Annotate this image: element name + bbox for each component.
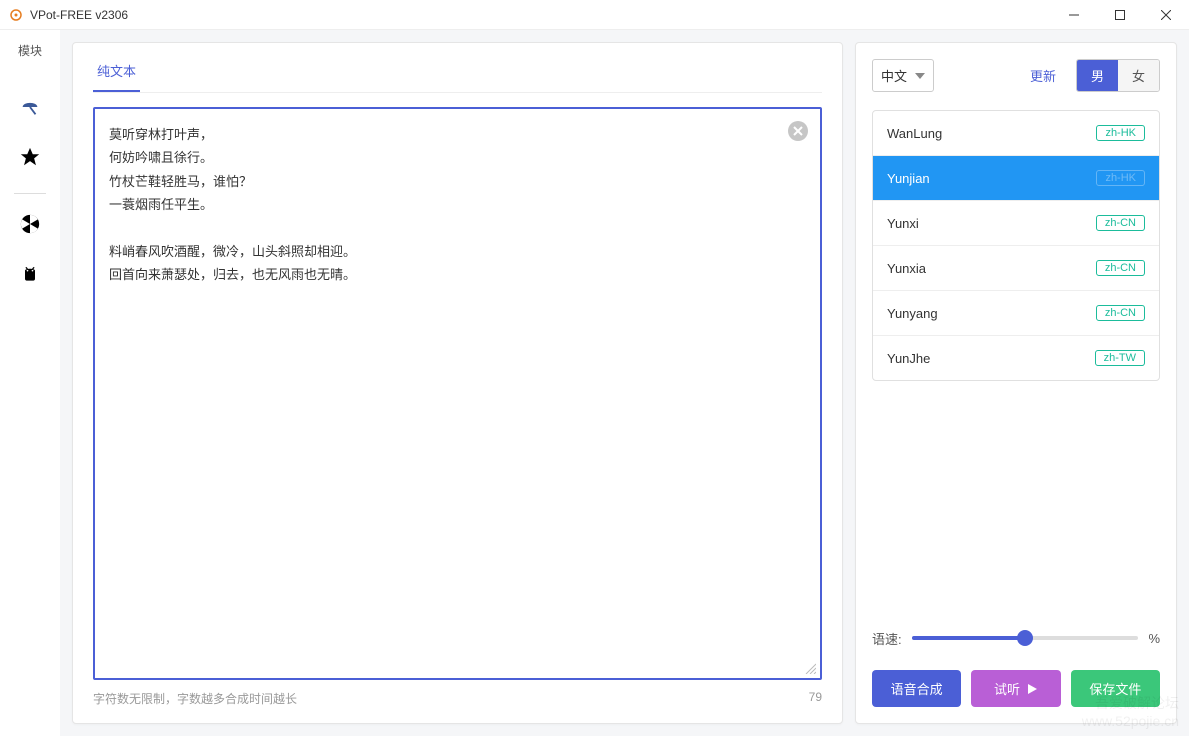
- voice-name: Yunxia: [887, 261, 926, 276]
- voice-name: WanLung: [887, 126, 942, 141]
- voice-item-yunjhe[interactable]: YunJhe zh-TW: [873, 336, 1159, 380]
- voice-item-yunjian[interactable]: Yunjian zh-HK: [873, 156, 1159, 201]
- voice-tag: zh-HK: [1096, 170, 1145, 186]
- gender-male-button[interactable]: 男: [1077, 60, 1118, 91]
- voice-item-yunxia[interactable]: Yunxia zh-CN: [873, 246, 1159, 291]
- voice-item-yunxi[interactable]: Yunxi zh-CN: [873, 201, 1159, 246]
- preview-button[interactable]: 试听: [971, 670, 1060, 707]
- window-title: VPot-FREE v2306: [30, 8, 1051, 22]
- voice-name: Yunxi: [887, 216, 919, 231]
- voice-item-yunyang[interactable]: Yunyang zh-CN: [873, 291, 1159, 336]
- play-icon: [1026, 683, 1038, 695]
- text-input[interactable]: [93, 107, 822, 680]
- voice-tag: zh-CN: [1096, 305, 1145, 321]
- sidebar: 模块: [0, 30, 60, 736]
- char-count: 79: [809, 690, 822, 707]
- voice-name: Yunyang: [887, 306, 938, 321]
- sidebar-item-android[interactable]: [10, 254, 50, 294]
- app-icon: [8, 7, 24, 23]
- voice-name: YunJhe: [887, 351, 930, 366]
- speed-label: 语速:: [872, 629, 902, 648]
- text-panel: 纯文本 字符数无限制，字数越多合成时间越长 79: [72, 42, 843, 724]
- voice-item-wanlung[interactable]: WanLung zh-HK: [873, 111, 1159, 156]
- sidebar-label: 模块: [18, 42, 42, 59]
- update-link[interactable]: 更新: [1030, 66, 1056, 85]
- voice-tag: zh-CN: [1096, 260, 1145, 276]
- sidebar-divider: [14, 193, 46, 194]
- tab-row: 纯文本: [93, 55, 822, 93]
- slider-thumb[interactable]: [1017, 630, 1033, 646]
- tab-plain-text[interactable]: 纯文本: [93, 55, 140, 92]
- minimize-button[interactable]: [1051, 0, 1097, 30]
- voice-tag: zh-HK: [1096, 125, 1145, 141]
- voice-name: Yunjian: [887, 171, 930, 186]
- language-selected: 中文: [881, 66, 907, 85]
- close-button[interactable]: [1143, 0, 1189, 30]
- speed-unit: %: [1148, 631, 1160, 646]
- maximize-button[interactable]: [1097, 0, 1143, 30]
- window-controls: [1051, 0, 1189, 30]
- voice-panel: 中文 更新 男 女 WanLung zh-HK Yunjian zh-HK: [855, 42, 1177, 724]
- voice-list: WanLung zh-HK Yunjian zh-HK Yunxi zh-CN …: [872, 110, 1160, 381]
- hint-text: 字符数无限制，字数越多合成时间越长: [93, 690, 297, 707]
- slider-fill: [912, 636, 1025, 640]
- sidebar-item-shutter[interactable]: [10, 204, 50, 244]
- voice-tag: zh-TW: [1095, 350, 1145, 366]
- speed-slider[interactable]: [912, 628, 1139, 648]
- preview-label: 试听: [994, 679, 1020, 698]
- title-bar: VPot-FREE v2306: [0, 0, 1189, 30]
- sidebar-item-umbrella[interactable]: [10, 87, 50, 127]
- voice-tag: zh-CN: [1096, 215, 1145, 231]
- sidebar-item-star[interactable]: [10, 137, 50, 177]
- synthesize-button[interactable]: 语音合成: [872, 670, 961, 707]
- language-select[interactable]: 中文: [872, 59, 934, 92]
- save-file-button[interactable]: 保存文件: [1071, 670, 1160, 707]
- chevron-down-icon: [915, 73, 925, 79]
- gender-female-button[interactable]: 女: [1118, 60, 1159, 91]
- clear-text-button[interactable]: [788, 121, 808, 141]
- gender-toggle: 男 女: [1076, 59, 1160, 92]
